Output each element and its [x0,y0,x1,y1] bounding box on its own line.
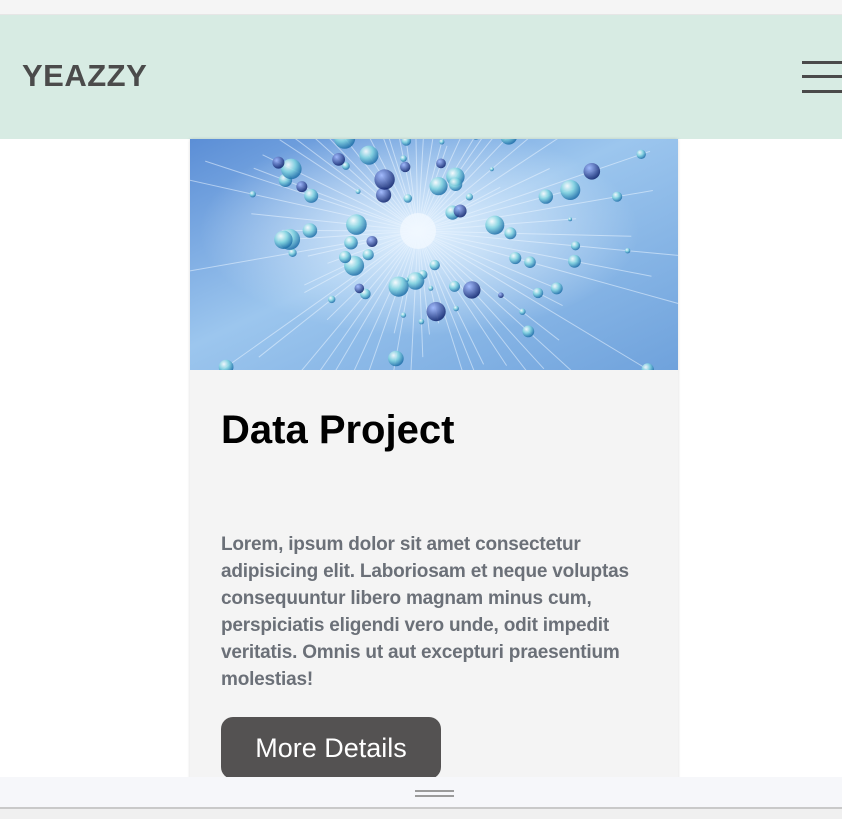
hamburger-line [802,61,842,64]
image-bubble [249,191,256,198]
image-bubble [428,285,434,291]
image-bubble [453,204,467,218]
image-bubble [568,217,573,222]
image-core [400,213,436,249]
image-bubble [612,191,623,202]
image-bubble [429,177,448,196]
image-bubble [560,180,581,200]
image-bubble [355,189,361,194]
image-bubble [388,350,404,367]
image-bubble [376,187,392,203]
image-bubble [272,156,285,169]
card-title: Data Project [221,408,455,452]
top-strip [0,0,842,15]
image-bubble [449,280,460,292]
image-bubble [570,241,581,251]
image-bubble [388,276,409,297]
image-bubble [406,272,425,290]
image-bubble [346,214,367,235]
image-bubble [485,215,505,235]
image-bubble [522,325,535,338]
image-bubble [332,153,345,166]
image-bubble [463,281,481,299]
image-bubble [636,149,646,159]
image-bubble [304,188,319,203]
image-bubble [400,155,407,162]
brand-logo[interactable]: YEAZZY [22,58,147,94]
image-bubble [538,189,553,204]
image-bubble [400,312,407,318]
image-bubble [465,193,473,201]
image-bubble [274,230,293,249]
card-image [190,139,678,370]
image-bubble [362,249,374,261]
image-bubble [359,145,379,165]
image-bubble [339,250,352,264]
image-bubble [550,282,563,295]
hamburger-menu-icon[interactable] [802,60,842,96]
image-bubble [354,283,365,294]
image-bubble [583,163,601,180]
bottom-resize-bar [0,777,842,809]
bottom-strip [0,809,842,819]
image-bubble [453,305,459,312]
drag-handle-line [415,795,454,797]
image-bubble [302,223,318,238]
image-bubble [366,236,378,247]
image-bubble [624,248,631,254]
image-bubble [328,295,336,304]
image-bubble [509,252,522,265]
image-bubble [344,235,358,250]
image-bubble [448,177,463,191]
hamburger-line [802,75,842,78]
image-bubble [519,308,526,315]
image-bubble [498,292,504,298]
image-bubble [436,158,446,169]
image-bubble [439,139,445,145]
image-bubble [429,259,440,271]
image-bubble [418,318,425,325]
image-bubble [524,256,536,268]
image-bubble [296,181,308,193]
image-bubble [532,287,544,299]
image-bubble [489,167,494,172]
image-bubble [403,194,413,203]
image-bubble [400,161,411,173]
image-bubble [568,254,581,268]
image-bubble [504,227,517,240]
hamburger-line [802,90,842,93]
card-description: Lorem, ipsum dolor sit amet consectetur … [221,534,629,690]
more-details-button[interactable]: More Details [221,717,441,779]
image-bubble [426,302,446,322]
drag-handle-icon[interactable] [415,789,455,798]
navbar: YEAZZY [0,15,842,139]
project-card: Data Project Lorem, ipsum dolor sit amet… [190,139,678,799]
image-bubble [374,169,395,190]
image-bubble [288,248,297,257]
drag-handle-line [415,790,454,792]
